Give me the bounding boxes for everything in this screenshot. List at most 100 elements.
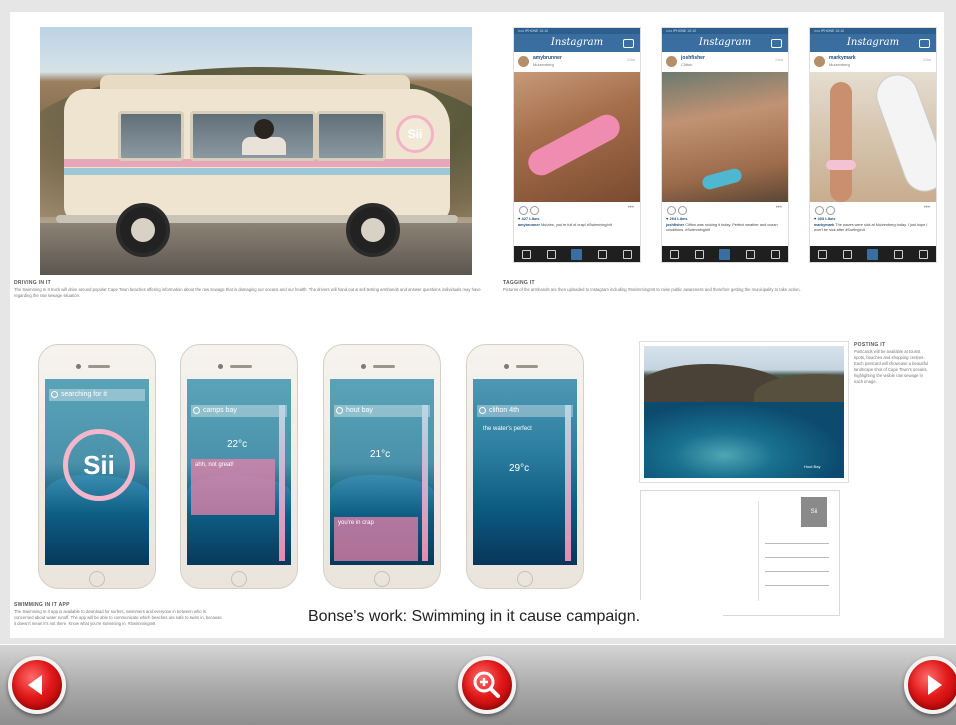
- post-photo: [810, 72, 936, 202]
- post-location: Muizenberg: [829, 62, 850, 67]
- home-icon: [669, 249, 679, 259]
- post-time: 24m: [923, 57, 931, 62]
- camera-icon: [919, 39, 930, 48]
- instagram-post-1: ••••• iPHONE 10:10 Instagram amybrunner …: [513, 27, 641, 263]
- previous-button[interactable]: [8, 656, 66, 714]
- comment-icon: [530, 206, 539, 215]
- app-phone-1: searching for it Sii: [38, 344, 156, 589]
- post-caption: markymark The waves were sick at Muizenb…: [814, 223, 928, 232]
- next-button[interactable]: [904, 656, 956, 714]
- camera-icon: [771, 39, 782, 48]
- camera-tab-icon: [867, 248, 879, 260]
- search-bar: searching for it: [49, 389, 145, 401]
- armband: [700, 167, 744, 191]
- instagram-tabbar: [662, 246, 788, 262]
- camera-icon: [623, 39, 634, 48]
- post-caption: amybrunner Muizies, you're full of crap!…: [518, 223, 612, 227]
- tagging-title: TAGGING IT: [503, 280, 535, 286]
- post-caption: joshfisher Clifton was rocking it today.…: [666, 223, 778, 232]
- van-front-window: [118, 111, 184, 161]
- van-rear-wheel: [346, 203, 400, 257]
- post-time: 24m: [775, 57, 783, 62]
- profile-icon: [623, 249, 633, 259]
- app-screen: camps bay 22°c ahh, not great!: [187, 379, 291, 565]
- camera-tab-icon: [571, 248, 583, 260]
- van-rear-window: [316, 111, 386, 161]
- home-button: [231, 571, 247, 587]
- comment-icon: [678, 206, 687, 215]
- post-username: joshfisher: [681, 55, 705, 61]
- postcard-stamp: Sii: [801, 497, 827, 527]
- instagram-header: Instagram: [514, 34, 640, 52]
- camera-tab-icon: [719, 248, 731, 260]
- search-icon: [479, 407, 486, 414]
- heart-icon: [519, 206, 528, 215]
- postcard: Sii: [640, 490, 840, 616]
- home-icon: [521, 249, 531, 259]
- sii-logo: Sii: [63, 429, 135, 501]
- campaign-board-image: Sii DRIVING IN IT The Swimming In It tru…: [10, 12, 944, 638]
- app-screen: hout bay 21°c you're in crap: [330, 379, 434, 565]
- van-blue-stripe: [64, 168, 450, 175]
- status-headline: you're in crap: [338, 520, 374, 526]
- heart-icon: [667, 206, 676, 215]
- post-photo: [514, 72, 640, 202]
- instagram-tabbar: [810, 246, 936, 262]
- search-bar: camps bay: [191, 405, 287, 417]
- search-icon: [546, 249, 556, 259]
- post-location: Clifton: [681, 62, 693, 67]
- status-headline: the water's perfect: [483, 426, 532, 432]
- profile-icon: [919, 249, 929, 259]
- image-caption: Bonse's work: Swimming in it cause campa…: [225, 600, 723, 634]
- van-front-wheel: [116, 203, 170, 257]
- home-button: [89, 571, 105, 587]
- gallery-frame: Sii DRIVING IN IT The Swimming In It tru…: [0, 0, 956, 644]
- comment-icon: [826, 206, 835, 215]
- arm: [830, 82, 852, 202]
- home-button: [517, 571, 533, 587]
- instagram-header: Instagram: [662, 34, 788, 52]
- search-icon: [694, 249, 704, 259]
- driving-title: DRIVING IN IT: [14, 280, 51, 286]
- search-icon: [51, 391, 58, 398]
- vendor-person: [242, 137, 286, 155]
- home-icon: [817, 249, 827, 259]
- search-icon: [842, 249, 852, 259]
- posting-title: POSTING IT: [854, 342, 886, 348]
- post-username: amybrunner: [533, 55, 562, 61]
- post-location: Muizenberg: [533, 62, 554, 67]
- sii-logo: Sii: [396, 115, 434, 153]
- van-photo: Sii: [40, 27, 472, 275]
- vendor-head: [254, 119, 274, 139]
- arrow-right-icon: [928, 675, 942, 695]
- search-icon: [336, 407, 343, 414]
- swimming-text: The Swimming In It app is available to d…: [14, 609, 222, 626]
- temperature: 22°c: [227, 439, 248, 450]
- tagging-text: Pictures of the armbands are then upload…: [503, 287, 801, 292]
- search-bar: clifton 4th: [477, 405, 573, 417]
- app-phone-4: clifton 4th the water's perfect 29°c: [466, 344, 584, 589]
- profile-icon: [771, 249, 781, 259]
- instagram-header: Instagram: [810, 34, 936, 52]
- search-icon: [193, 407, 200, 414]
- zoom-button[interactable]: [458, 656, 516, 714]
- avatar: [518, 56, 529, 67]
- swimming-title: SWIMMING IN IT APP: [14, 602, 70, 608]
- armband: [826, 160, 856, 170]
- more-icon: •••: [923, 205, 930, 211]
- heart-icon: [815, 206, 824, 215]
- more-icon: •••: [775, 205, 782, 211]
- app-screen: clifton 4th the water's perfect 29°c: [473, 379, 577, 565]
- arrow-left-icon: [28, 675, 42, 695]
- post-photo: [662, 72, 788, 202]
- surfboard: [870, 72, 936, 198]
- instagram-tabbar: [514, 246, 640, 262]
- app-screen: searching for it Sii: [45, 379, 149, 565]
- temperature: 29°c: [509, 463, 530, 474]
- temperature: 21°c: [370, 449, 391, 460]
- post-time: 24m: [627, 57, 635, 62]
- app-phone-3: hout bay 21°c you're in crap: [323, 344, 441, 589]
- road: [40, 223, 472, 275]
- activity-icon: [746, 249, 756, 259]
- activity-icon: [894, 249, 904, 259]
